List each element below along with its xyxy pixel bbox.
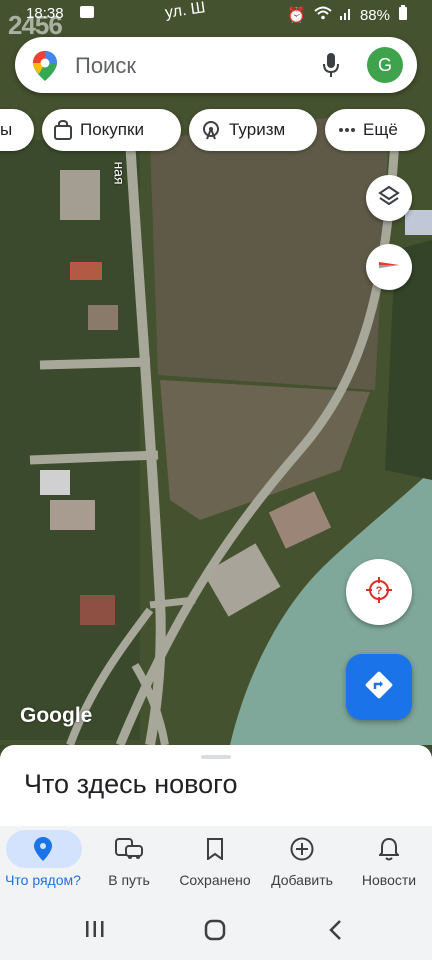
chip-label: ы xyxy=(0,120,13,139)
nav-updates[interactable]: Новости xyxy=(346,826,432,896)
search-bar[interactable]: Поиск G xyxy=(15,37,417,93)
nav-commute[interactable]: В путь xyxy=(86,826,172,896)
chip-label: Покупки xyxy=(80,120,144,139)
more-dots-icon xyxy=(339,128,355,132)
microphone-icon[interactable] xyxy=(323,53,339,82)
compass-icon xyxy=(376,252,402,283)
wifi-icon xyxy=(314,6,332,24)
road-label: ная xyxy=(111,161,128,185)
google-attribution: Google xyxy=(20,704,93,727)
svg-text:?: ? xyxy=(376,585,383,597)
nav-label: Добавить xyxy=(271,872,333,888)
nav-label: Новости xyxy=(361,872,417,888)
maps-logo-icon xyxy=(33,51,57,86)
back-icon[interactable] xyxy=(328,919,342,946)
search-input[interactable]: Поиск xyxy=(75,53,136,79)
shopping-bag-icon xyxy=(54,120,72,140)
battery-icon xyxy=(398,5,408,25)
status-icons: ⏰ 88% xyxy=(287,5,408,25)
chip-label: Ещё xyxy=(363,120,398,139)
clock: 18:38 xyxy=(26,5,64,22)
nav-saved[interactable]: Сохранено xyxy=(172,826,258,896)
chip-tourism[interactable]: Туризм xyxy=(189,109,317,151)
chip-label: Туризм xyxy=(229,120,286,139)
directions-icon xyxy=(365,671,393,704)
sheet-drag-handle[interactable] xyxy=(201,755,231,759)
nav-label: Что рядом? xyxy=(5,872,81,888)
compass-button[interactable] xyxy=(366,244,412,290)
status-bar: 2456 18:38 ул. Ш ⏰ 88% xyxy=(0,0,432,40)
account-avatar[interactable]: G xyxy=(367,47,403,83)
nav-label: В путь xyxy=(108,872,150,888)
layers-button[interactable] xyxy=(366,175,412,221)
my-location-button[interactable]: ? xyxy=(346,559,412,625)
bell-icon xyxy=(346,826,432,872)
nav-label: Сохранено xyxy=(179,872,251,888)
commute-icon xyxy=(86,826,172,872)
location-pin-icon xyxy=(0,826,86,872)
sheet-title: Что здесь нового xyxy=(24,769,238,799)
add-circle-icon xyxy=(259,826,345,872)
bottom-navigation: Что рядом? В путь Сохранено Добавить Нов… xyxy=(0,826,432,896)
ferris-wheel-icon xyxy=(201,120,221,140)
location-target-icon: ? xyxy=(364,575,394,610)
directions-button[interactable] xyxy=(346,654,412,720)
home-icon[interactable] xyxy=(204,919,226,946)
layers-icon xyxy=(378,185,400,212)
nav-contribute[interactable]: Добавить xyxy=(259,826,345,896)
recents-icon[interactable] xyxy=(84,920,106,943)
nav-explore[interactable]: Что рядом? xyxy=(0,826,86,896)
chip-shopping[interactable]: Покупки xyxy=(42,109,181,151)
street-label: ул. Ш xyxy=(163,0,207,22)
signal-icon xyxy=(339,6,352,24)
chip-more[interactable]: Ещё xyxy=(325,109,425,151)
battery-text: 88% xyxy=(359,6,390,24)
alarm-icon: ⏰ xyxy=(287,7,306,24)
bookmark-icon xyxy=(172,826,258,872)
gallery-notification-icon xyxy=(80,6,94,18)
system-navigation-bar xyxy=(0,896,432,960)
